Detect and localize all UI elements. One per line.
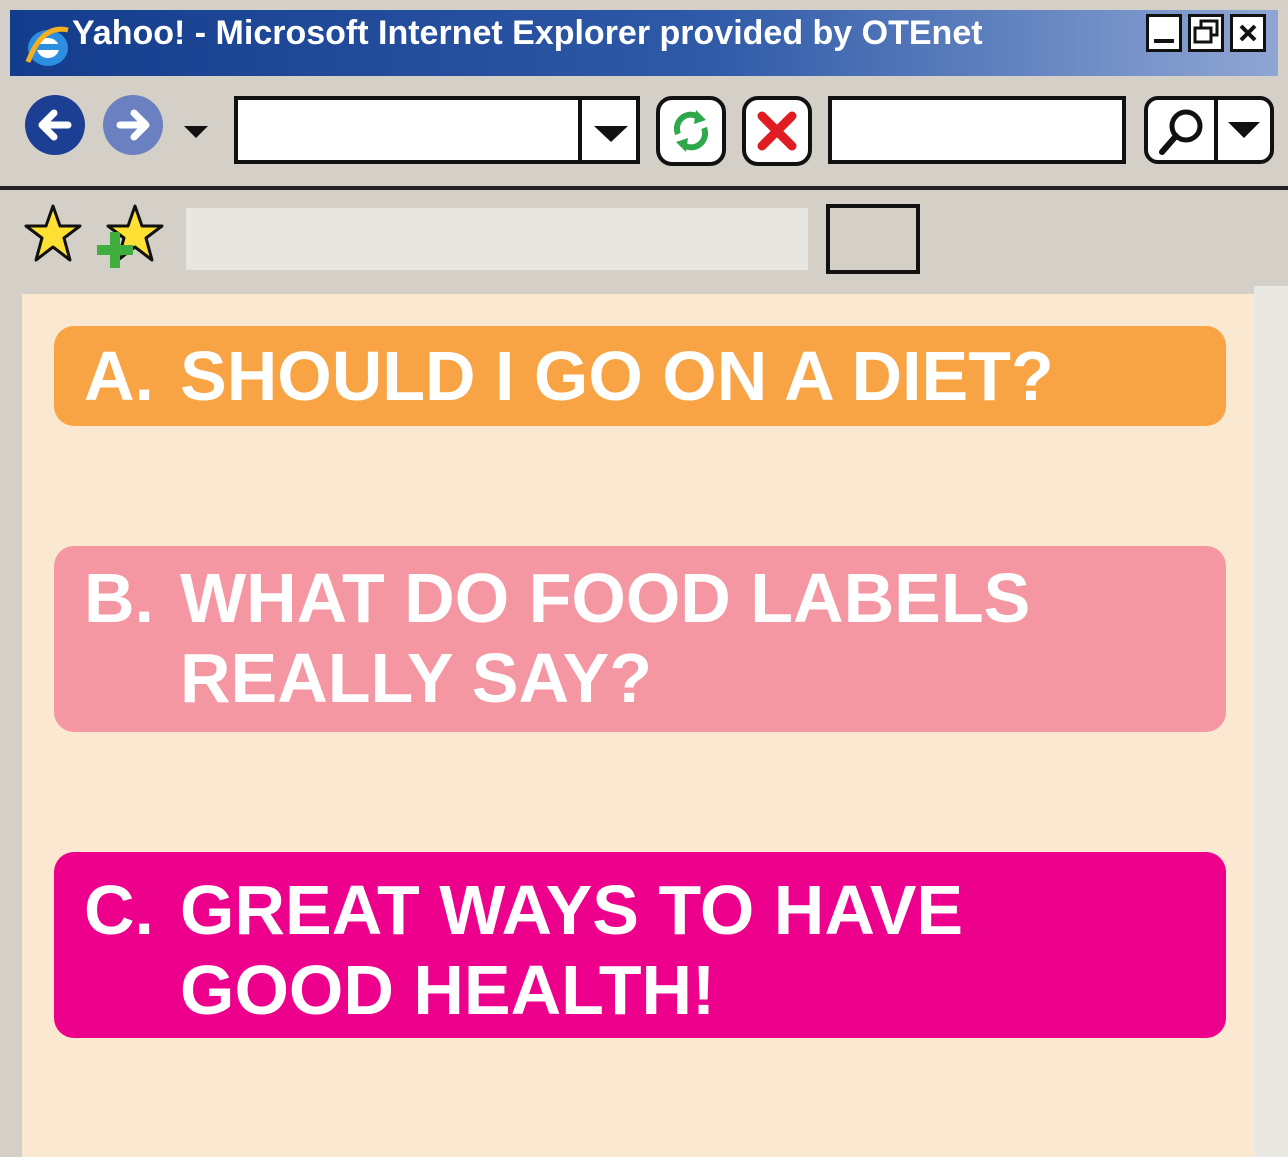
add-favorites-icon[interactable] <box>94 202 168 272</box>
card-letter: B. <box>84 559 154 637</box>
ie-logo-icon <box>22 22 72 70</box>
card-title-line1: WHAT DO FOOD LABELS <box>180 559 1031 637</box>
card-title-line2: GOOD HEALTH! <box>180 951 716 1029</box>
search-field[interactable] <box>828 96 1126 164</box>
menu-card-food-labels[interactable]: B. WHAT DO FOOD LABELS REALLY SAY? <box>54 546 1226 732</box>
search-button[interactable] <box>1144 96 1274 164</box>
minimize-button[interactable] <box>1146 14 1182 52</box>
favorites-star-icon[interactable] <box>24 202 82 266</box>
menu-card-good-health[interactable]: C. GREAT WAYS TO HAVE GOOD HEALTH! <box>54 852 1226 1038</box>
restore-button[interactable] <box>1188 14 1224 52</box>
menu-card-diet[interactable]: A. SHOULD I GO ON A DIET? <box>54 326 1226 426</box>
address-dropdown-button[interactable] <box>578 96 640 164</box>
history-dropdown-icon[interactable] <box>178 120 214 144</box>
card-title-line2: REALLY SAY? <box>180 639 653 717</box>
card-title: SHOULD I GO ON A DIET? <box>180 337 1054 415</box>
window-title: Yahoo! - Microsoft Internet Explorer pro… <box>72 14 983 52</box>
refresh-button[interactable] <box>656 96 726 166</box>
card-letter: C. <box>84 871 154 949</box>
stop-button[interactable] <box>742 96 812 166</box>
card-letter: A. <box>84 337 154 415</box>
back-arrow-icon[interactable] <box>24 94 86 156</box>
vertical-scrollbar[interactable] <box>1254 286 1288 1157</box>
forward-arrow-icon[interactable] <box>102 94 164 156</box>
new-tab-button[interactable] <box>826 204 920 274</box>
card-title-line1: GREAT WAYS TO HAVE <box>180 871 964 949</box>
favorites-tab[interactable] <box>186 208 808 270</box>
close-window-button[interactable] <box>1230 14 1266 52</box>
